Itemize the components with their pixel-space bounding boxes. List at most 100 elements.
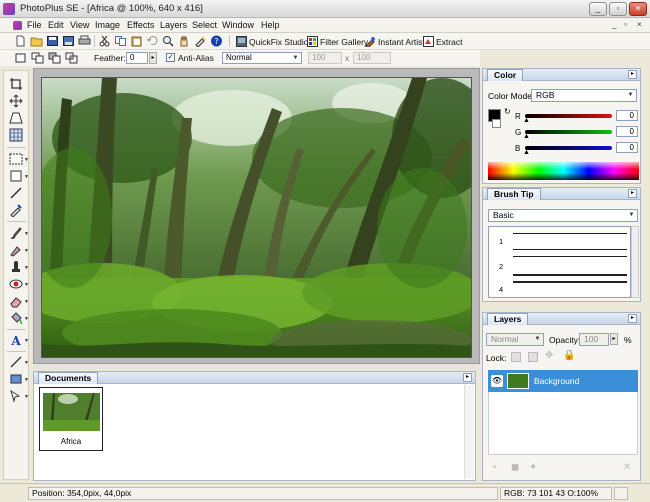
blend-mode-select[interactable]: Normal ▼ — [486, 333, 544, 346]
feather-spinner[interactable]: ▸ — [149, 52, 157, 64]
height-input[interactable]: 100 — [353, 52, 391, 64]
brush-list[interactable]: 1 2 4 — [488, 226, 631, 298]
layer-mask-icon[interactable]: ◼ — [511, 462, 519, 473]
save-as-icon[interactable] — [62, 35, 75, 47]
menu-help[interactable]: Help — [261, 20, 280, 30]
documents-scrollbar[interactable] — [464, 385, 474, 479]
mesh-warp-icon[interactable] — [9, 128, 23, 142]
save-icon[interactable] — [46, 35, 59, 47]
shape-tool-icon[interactable] — [9, 372, 23, 386]
help-icon[interactable]: ? — [210, 35, 223, 47]
menu-view[interactable]: View — [70, 20, 89, 30]
doc-minimize-button[interactable]: _ — [612, 20, 616, 29]
maximize-button[interactable]: ▫ — [609, 2, 627, 16]
green-value[interactable]: 0 — [616, 126, 638, 137]
rectangle-selection-icon[interactable] — [9, 152, 23, 166]
perspective-icon[interactable] — [9, 111, 23, 125]
green-slider[interactable] — [525, 130, 612, 134]
crop-icon[interactable] — [9, 77, 23, 91]
brush-category-select[interactable]: Basic ▼ — [488, 209, 638, 222]
document-image[interactable] — [41, 77, 472, 358]
red-slider[interactable] — [525, 114, 612, 118]
feather-input[interactable]: 0 — [126, 52, 148, 64]
doc-close-button[interactable]: × — [637, 20, 642, 29]
blue-slider[interactable] — [525, 146, 612, 150]
color-spectrum[interactable] — [488, 162, 639, 180]
menu-file[interactable]: File — [27, 20, 42, 30]
documents-panel-tab[interactable]: Documents — [38, 372, 99, 384]
color-panel-tab[interactable]: Color — [487, 69, 524, 81]
lock-position-icon[interactable]: ✥ — [545, 350, 553, 361]
print-icon[interactable] — [78, 35, 91, 47]
eye-icon[interactable]: 👁 — [491, 375, 503, 387]
cut-icon[interactable] — [98, 35, 111, 47]
lock-pixels-icon[interactable] — [528, 352, 538, 362]
brush-list-scrollbar[interactable] — [631, 226, 639, 298]
open-folder-icon[interactable] — [30, 35, 43, 47]
minimize-button[interactable]: _ — [589, 2, 607, 16]
fill-bucket-icon[interactable] — [9, 311, 23, 325]
close-button[interactable]: ✕ — [629, 2, 647, 16]
adjustment-layer-icon[interactable]: ✦ — [529, 462, 537, 473]
opacity-spinner[interactable]: ▸ — [610, 333, 618, 345]
panel-menu-icon[interactable]: ▸ — [628, 70, 637, 79]
delete-layer-icon[interactable]: ✕ — [623, 462, 631, 473]
pen-line-icon[interactable] — [9, 355, 23, 369]
standard-selection-icon[interactable] — [9, 169, 23, 183]
eraser-icon[interactable] — [9, 294, 23, 308]
blue-slider-handle[interactable]: ▲ — [523, 149, 530, 156]
undo-icon[interactable] — [146, 35, 159, 47]
width-input[interactable]: 100 — [308, 52, 342, 64]
paste-icon[interactable] — [130, 35, 143, 47]
red-eye-icon[interactable] — [9, 277, 23, 291]
lock-all-icon[interactable]: 🔒 — [563, 350, 575, 361]
red-value[interactable]: 0 — [616, 110, 638, 121]
node-edit-icon[interactable] — [9, 389, 23, 403]
stamp-icon[interactable] — [9, 260, 23, 274]
color-mode-select[interactable]: RGB ▼ — [531, 89, 637, 102]
layers-panel-tab[interactable]: Layers — [487, 313, 529, 325]
filter-gallery-button[interactable]: Filter Gallery — [307, 35, 368, 48]
new-selection-icon[interactable] — [14, 52, 27, 64]
menu-layers[interactable]: Layers — [160, 20, 187, 30]
antialias-checkbox[interactable]: ✓ — [166, 53, 175, 62]
zoom-icon[interactable] — [162, 35, 175, 47]
extract-button[interactable]: Extract — [423, 35, 462, 48]
blue-value[interactable]: 0 — [616, 142, 638, 153]
quickfix-studio-button[interactable]: QuickFix Studio — [236, 35, 309, 48]
opacity-input[interactable]: 100 — [579, 333, 609, 346]
add-selection-icon[interactable] — [31, 52, 44, 64]
document-icon[interactable] — [13, 21, 22, 30]
canvas-area[interactable] — [33, 68, 480, 364]
menu-select[interactable]: Select — [192, 20, 217, 30]
brush-tip-panel-tab[interactable]: Brush Tip — [487, 188, 541, 200]
paintbrush-icon[interactable] — [9, 226, 23, 240]
doc-restore-button[interactable]: ▫ — [624, 20, 627, 29]
horizontal-splitter[interactable] — [33, 364, 480, 370]
hand-icon[interactable] — [178, 35, 191, 47]
swap-colors-icon[interactable]: ↻ — [504, 107, 511, 116]
menu-edit[interactable]: Edit — [48, 20, 64, 30]
status-toggle-icon[interactable] — [614, 487, 628, 500]
intersect-selection-icon[interactable] — [65, 52, 78, 64]
move-icon[interactable] — [9, 94, 23, 108]
subtract-selection-icon[interactable] — [48, 52, 61, 64]
menu-effects[interactable]: Effects — [127, 20, 154, 30]
menu-window[interactable]: Window — [222, 20, 254, 30]
new-layer-icon[interactable]: ▫ — [493, 462, 497, 473]
layer-row-background[interactable]: 👁 Background — [488, 370, 638, 392]
panel-menu-icon[interactable]: ▸ — [463, 373, 472, 382]
color-pickup-icon[interactable] — [9, 203, 23, 217]
menu-image[interactable]: Image — [95, 20, 120, 30]
mode-select[interactable]: Normal ▼ — [222, 52, 302, 64]
line-tool-icon[interactable] — [9, 186, 23, 200]
instant-artist-button[interactable]: Instant Artist — [365, 35, 425, 48]
new-file-icon[interactable] — [14, 35, 27, 47]
panel-menu-icon[interactable]: ▸ — [628, 189, 637, 198]
eyedropper-icon[interactable] — [194, 35, 207, 47]
copy-icon[interactable] — [114, 35, 127, 47]
red-slider-handle[interactable]: ▲ — [523, 117, 530, 124]
document-thumbnail[interactable]: Africa — [39, 387, 103, 451]
panel-menu-icon[interactable]: ▸ — [628, 314, 637, 323]
background-swatch[interactable] — [492, 119, 501, 128]
